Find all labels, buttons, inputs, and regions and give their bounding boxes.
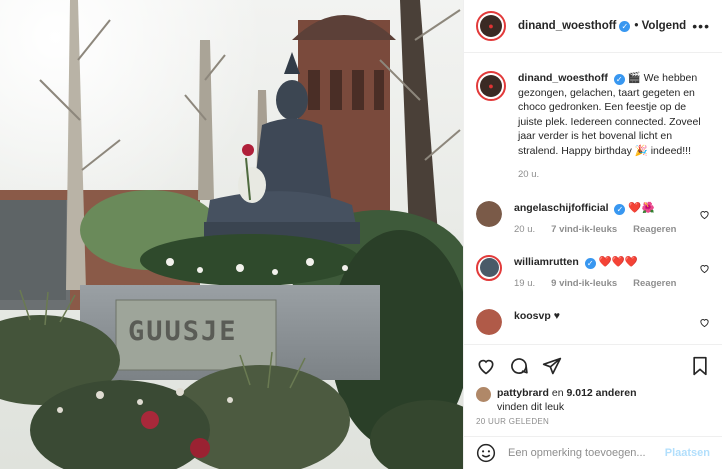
avatar-image <box>479 258 499 277</box>
comment-body: koosvp ♥ <box>514 309 684 323</box>
comment-time[interactable]: 20 u. <box>514 223 535 237</box>
post-comment-button[interactable]: Plaatsen <box>665 447 710 459</box>
comment-item: koosvp ♥ <box>476 308 710 335</box>
commenter-avatar[interactable] <box>476 254 502 281</box>
comments-list[interactable]: ● dinand_woesthoff ✓ 🎬 We hebben gezonge… <box>464 53 722 344</box>
bookmark-icon[interactable] <box>690 356 710 376</box>
avatar-image <box>476 308 502 335</box>
comment-text: ❤️🌺 <box>628 201 655 214</box>
likes-summary: pattybrard en 9.012 anderen vinden dit l… <box>464 386 722 414</box>
comment-like-heart-icon[interactable] <box>699 209 710 220</box>
author-username[interactable]: dinand_woesthoff <box>518 20 616 32</box>
photo-illustration <box>0 0 463 469</box>
share-icon[interactable] <box>542 356 562 376</box>
caption-body: dinand_woesthoff ✓ 🎬 We hebben gezongen,… <box>518 71 704 183</box>
verified-badge-icon: ✓ <box>613 74 625 85</box>
comment-likes-link[interactable]: 7 vind-ik-leuks <box>551 223 617 237</box>
post-sidebar: ● dinand_woesthoff ✓ • Volgend ••• ● din… <box>463 0 722 469</box>
comment-text: ♥ <box>553 309 560 322</box>
comment-body: williamrutten ✓ ❤️❤️❤️ 19 u. 9 vind-ik-l… <box>514 255 684 291</box>
instagram-post-view: GUUSJE ● dinand_woesthoff ✓ • Volgend ••… <box>0 0 722 469</box>
post-photo[interactable]: GUUSJE <box>0 0 463 469</box>
post-actions <box>464 344 722 386</box>
comment-item: angelaschijfofficial ✓ ❤️🌺 20 u. 7 vind-… <box>476 200 710 237</box>
more-horizontal-icon[interactable]: ••• <box>692 18 710 34</box>
avatar-image: ● <box>480 15 502 37</box>
likes-suffix: vinden dit leuk <box>497 401 565 413</box>
comment-meta: 20 u. 7 vind-ik-leuks Reageren <box>514 223 684 237</box>
verified-badge-icon: ✓ <box>614 203 626 215</box>
liker-username[interactable]: pattybrard <box>497 387 549 399</box>
emoji-icon[interactable] <box>476 443 496 463</box>
add-comment-bar: Plaatsen <box>464 436 722 469</box>
comment-body: angelaschijfofficial ✓ ❤️🌺 20 u. 7 vind-… <box>514 201 684 237</box>
comment-time[interactable]: 19 u. <box>514 277 535 291</box>
comment-username[interactable]: williamrutten <box>514 256 579 268</box>
gravestone-inscription: GUUSJE <box>128 316 238 347</box>
verified-badge-icon: ✓ <box>619 20 631 32</box>
comment-username[interactable]: koosvp <box>514 310 551 322</box>
follow-status-button[interactable]: • Volgend <box>634 20 686 32</box>
comment-like-heart-icon[interactable] <box>699 263 710 274</box>
post-header: ● dinand_woesthoff ✓ • Volgend ••• <box>464 0 722 53</box>
comment-item: williamrutten ✓ ❤️❤️❤️ 19 u. 9 vind-ik-l… <box>476 254 710 291</box>
comment-username[interactable]: angelaschijfofficial <box>514 202 609 214</box>
likes-text: pattybrard en 9.012 anderen vinden dit l… <box>497 386 637 414</box>
likes-count-link[interactable]: 9.012 anderen <box>566 387 636 399</box>
comment-input[interactable] <box>508 447 665 459</box>
commenter-avatar[interactable] <box>476 200 502 227</box>
reply-button[interactable]: Reageren <box>633 223 676 237</box>
commenter-avatar[interactable] <box>476 308 502 335</box>
caption-timestamp[interactable]: 20 u. <box>518 168 704 183</box>
liker-avatar[interactable] <box>476 387 491 402</box>
caption-username[interactable]: dinand_woesthoff <box>518 72 608 84</box>
comment-icon[interactable] <box>509 356 529 376</box>
comment-likes-link[interactable]: 9 vind-ik-leuks <box>551 277 617 291</box>
comment-like-heart-icon[interactable] <box>699 317 710 328</box>
heart-icon[interactable] <box>476 356 496 376</box>
post-timestamp[interactable]: 20 UUR GELEDEN <box>464 414 722 436</box>
caption-avatar[interactable]: ● <box>476 71 506 101</box>
verified-badge-icon: ✓ <box>584 257 596 269</box>
likes-and: en <box>551 387 564 399</box>
reply-button[interactable]: Reageren <box>633 277 676 291</box>
avatar-image <box>476 200 502 227</box>
avatar-image: ● <box>480 75 502 97</box>
comment-text: ❤️❤️❤️ <box>598 255 638 268</box>
author-avatar[interactable]: ● <box>476 11 506 41</box>
post-caption: ● dinand_woesthoff ✓ 🎬 We hebben gezonge… <box>476 71 710 183</box>
caption-text: 🎬 We hebben gezongen, gelachen, taart ge… <box>518 72 701 157</box>
comment-meta: 19 u. 9 vind-ik-leuks Reageren <box>514 277 684 291</box>
